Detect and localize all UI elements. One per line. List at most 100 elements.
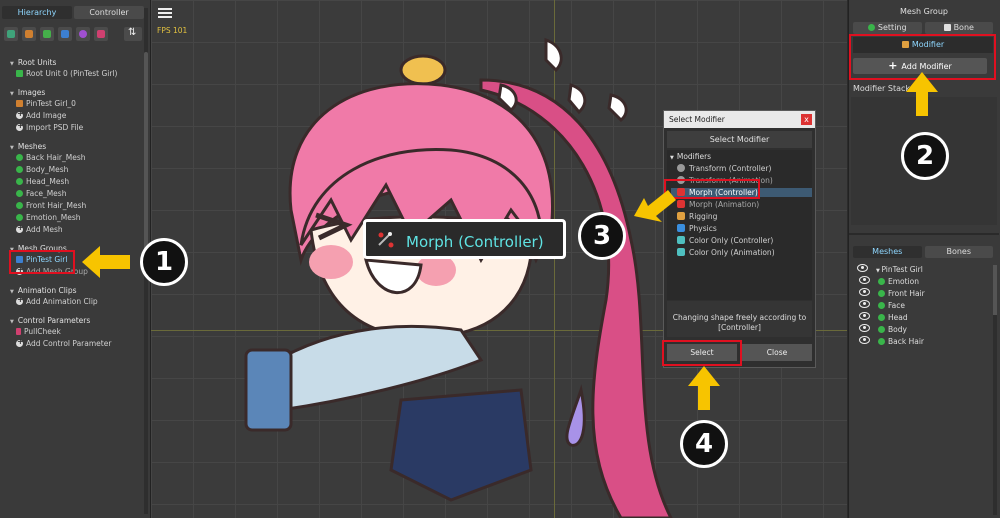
- modifier-list: Modifiers Transform (Controller) Transfo…: [667, 150, 812, 300]
- mesh-icon: [878, 278, 885, 285]
- mesh-icon: [16, 178, 23, 185]
- transform-icon: [677, 164, 685, 172]
- highlight-mesh-group: [9, 250, 75, 274]
- highlight-morph-item: [664, 179, 760, 199]
- section-animation-clips[interactable]: Animation Clips: [10, 286, 77, 295]
- list-item[interactable]: Root Unit 0 (PinTest Girl): [16, 69, 117, 79]
- panel-title: Mesh Group: [900, 7, 948, 16]
- section-control-parameters[interactable]: Control Parameters: [10, 316, 90, 325]
- morph-icon: [378, 232, 394, 248]
- select-modifier-dialog: Select Modifier x Select Modifier Modifi…: [663, 110, 816, 368]
- plus-icon: [16, 109, 24, 119]
- tab-setting[interactable]: Setting: [853, 22, 922, 34]
- mesh-icon: [16, 202, 23, 209]
- list-item[interactable]: Body_Mesh: [16, 165, 68, 175]
- eye-icon[interactable]: [859, 324, 870, 332]
- mesh-icon: [16, 190, 23, 197]
- mesh-root-item[interactable]: ▼ PinTest Girl: [857, 264, 923, 274]
- list-item[interactable]: PullCheek: [16, 327, 61, 337]
- meshes-bones-tabs: Meshes Bones: [853, 246, 993, 258]
- section-root-units[interactable]: Root Units: [10, 58, 57, 67]
- control-param-icon[interactable]: [94, 27, 108, 41]
- list-item[interactable]: Head_Mesh: [16, 177, 69, 187]
- mesh-icon: [16, 214, 23, 221]
- list-item[interactable]: PinTest Girl_0: [16, 99, 76, 109]
- add-control-parameter-button[interactable]: Add Control Parameter: [16, 337, 111, 349]
- mesh-icon: [16, 166, 23, 173]
- image-icon[interactable]: [22, 27, 36, 41]
- eye-icon[interactable]: [859, 288, 870, 296]
- step-2-badge: 2: [901, 132, 949, 180]
- color-icon: [677, 236, 685, 244]
- tool-icon-row: ⇅: [4, 27, 144, 42]
- image-icon: [16, 100, 23, 107]
- import-psd-button[interactable]: Import PSD File: [16, 121, 83, 133]
- eye-icon[interactable]: [859, 312, 870, 320]
- add-animation-clip-button[interactable]: Add Animation Clip: [16, 295, 98, 307]
- mesh-group-icon[interactable]: [58, 27, 72, 41]
- panel-divider[interactable]: [849, 233, 999, 235]
- morph-icon: [677, 200, 685, 208]
- modifier-item[interactable]: Color Only (Animation): [677, 248, 775, 257]
- modifier-description: Changing shape freely according to [Cont…: [667, 301, 812, 337]
- left-tabs: Hierarchy Controller: [2, 6, 144, 19]
- mesh-icon[interactable]: [40, 27, 54, 41]
- animation-icon[interactable]: [76, 27, 90, 41]
- step-1-badge: 1: [140, 238, 188, 286]
- tab-bones[interactable]: Bones: [924, 246, 993, 258]
- mesh-row[interactable]: Head: [859, 312, 908, 322]
- modifier-item[interactable]: Transform (Controller): [677, 164, 771, 173]
- add-mesh-button[interactable]: Add Mesh: [16, 223, 63, 235]
- eye-icon[interactable]: [857, 264, 868, 272]
- highlight-add-modifier: [849, 34, 996, 80]
- list-item[interactable]: Face_Mesh: [16, 189, 66, 199]
- section-meshes[interactable]: Meshes: [10, 142, 46, 151]
- mesh-row[interactable]: Body: [859, 324, 907, 334]
- morph-controller-tooltip: Morph (Controller): [363, 219, 566, 259]
- modifier-item[interactable]: Color Only (Controller): [677, 236, 773, 245]
- eye-icon[interactable]: [859, 276, 870, 284]
- tab-controller[interactable]: Controller: [74, 6, 144, 19]
- modifier-item[interactable]: Morph (Animation): [677, 200, 759, 209]
- control-param-icon: [16, 328, 21, 335]
- dialog-header: Select Modifier: [667, 131, 812, 148]
- tab-hierarchy[interactable]: Hierarchy: [2, 6, 72, 19]
- modifier-item[interactable]: Physics: [677, 224, 717, 233]
- mesh-icon: [878, 302, 885, 309]
- sort-icon[interactable]: ⇅: [124, 27, 142, 41]
- tab-meshes[interactable]: Meshes: [853, 246, 922, 258]
- mesh-row[interactable]: Emotion: [859, 276, 919, 286]
- color-icon: [677, 248, 685, 256]
- right-scrollbar[interactable]: [993, 265, 997, 515]
- root-unit-icon[interactable]: [4, 27, 18, 41]
- list-item[interactable]: Front Hair_Mesh: [16, 201, 86, 211]
- plus-icon: [16, 223, 24, 233]
- mesh-row[interactable]: Face: [859, 300, 905, 310]
- modifier-group-label[interactable]: Modifiers: [670, 152, 711, 161]
- eye-icon[interactable]: [859, 336, 870, 344]
- dialog-titlebar[interactable]: Select Modifier: [664, 111, 815, 128]
- mesh-icon: [878, 326, 885, 333]
- highlight-select-button: [662, 340, 742, 366]
- list-item[interactable]: Emotion_Mesh: [16, 213, 81, 223]
- mesh-row[interactable]: Front Hair: [859, 288, 925, 298]
- mesh-group-tabs: Setting Bone: [853, 22, 993, 34]
- mesh-icon: [878, 314, 885, 321]
- mesh-row[interactable]: Back Hair: [859, 336, 924, 346]
- setting-icon: [867, 24, 875, 31]
- rigging-icon: [677, 212, 685, 220]
- root-unit-icon: [16, 70, 23, 77]
- plus-icon: [16, 121, 24, 131]
- eye-icon[interactable]: [859, 300, 870, 308]
- section-images[interactable]: Images: [10, 88, 45, 97]
- tab-bone[interactable]: Bone: [924, 22, 993, 34]
- bone-icon: [943, 24, 951, 31]
- step-4-badge: 4: [680, 420, 728, 468]
- list-item[interactable]: Back Hair_Mesh: [16, 153, 86, 163]
- modifier-item[interactable]: Rigging: [677, 212, 717, 221]
- add-image-button[interactable]: Add Image: [16, 109, 66, 121]
- mesh-icon: [16, 154, 23, 161]
- close-icon[interactable]: x: [801, 114, 812, 125]
- close-button[interactable]: Close: [742, 344, 812, 361]
- modifier-stack-label: Modifier Stack: [853, 84, 911, 93]
